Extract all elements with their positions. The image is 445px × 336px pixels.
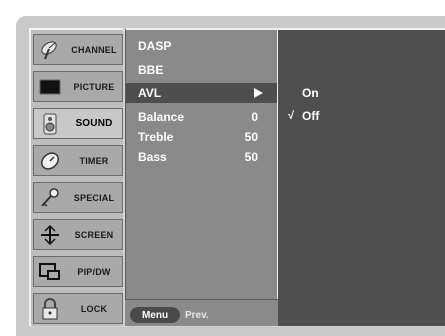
speaker-icon: [39, 113, 61, 135]
menu-item-value: 50: [244, 130, 258, 144]
check-icon: √: [288, 110, 295, 122]
menu-item-label: DASP: [138, 39, 172, 53]
category-timer[interactable]: TIMER: [33, 145, 123, 176]
menu-item-dasp[interactable]: DASP: [132, 36, 274, 56]
menu-item-balance[interactable]: Balance 0: [132, 107, 274, 127]
category-screen[interactable]: SCREEN: [33, 219, 123, 250]
category-label: SPECIAL: [73, 192, 115, 203]
option-label: Off: [302, 109, 320, 123]
menu-item-label: Treble: [138, 130, 174, 144]
avl-options-panel: On √ Off: [278, 28, 445, 326]
padlock-icon: [39, 298, 61, 320]
category-channel[interactable]: CHANNEL: [33, 34, 123, 65]
satellite-dish-icon: [39, 39, 61, 61]
menu-item-value: 0: [251, 110, 258, 124]
pip-icon: [39, 261, 61, 283]
menu-item-treble[interactable]: Treble 50: [132, 127, 274, 147]
menu-item-bass[interactable]: Bass 50: [132, 147, 274, 167]
category-lock[interactable]: LOCK: [33, 293, 123, 324]
option-label: On: [302, 86, 319, 100]
category-label: LOCK: [80, 303, 108, 314]
category-picture[interactable]: PICTURE: [33, 71, 123, 102]
menu-item-bbe[interactable]: BBE: [132, 60, 274, 80]
category-sound[interactable]: SOUND: [33, 108, 123, 139]
category-sidebar: CHANNEL PICTURE SOUND TIMER SPECIAL SCRE…: [29, 28, 123, 326]
prev-hint: Prev.: [185, 309, 209, 321]
tv-screen-icon: [39, 76, 61, 98]
option-on[interactable]: On: [302, 84, 319, 102]
key-icon: [39, 187, 61, 209]
submenu-arrow-icon: [254, 88, 263, 98]
option-off[interactable]: √ Off: [288, 107, 319, 125]
screen-adjust-icon: [39, 224, 61, 246]
category-pip-dw[interactable]: PIP/DW: [33, 256, 123, 287]
category-label: SOUND: [75, 118, 113, 129]
menu-button[interactable]: Menu: [130, 307, 180, 323]
menu-item-label: Bass: [138, 150, 167, 164]
category-label: SCREEN: [74, 229, 114, 240]
menu-item-label: BBE: [138, 63, 164, 77]
category-label: CHANNEL: [71, 44, 117, 55]
category-label: PICTURE: [73, 81, 115, 92]
timer-icon: [39, 150, 61, 172]
menu-item-label: AVL: [138, 86, 162, 100]
sound-items-panel: DASP BBE AVL Balance 0 Treble 50 Bass 50: [125, 28, 278, 326]
category-label: TIMER: [79, 155, 109, 166]
category-label: PIP/DW: [77, 266, 111, 277]
menu-item-label: Balance: [138, 110, 185, 124]
category-special[interactable]: SPECIAL: [33, 182, 123, 213]
menu-item-avl[interactable]: AVL: [126, 83, 277, 103]
bottom-bar: Menu Prev.: [125, 299, 278, 326]
menu-item-value: 50: [244, 150, 258, 164]
